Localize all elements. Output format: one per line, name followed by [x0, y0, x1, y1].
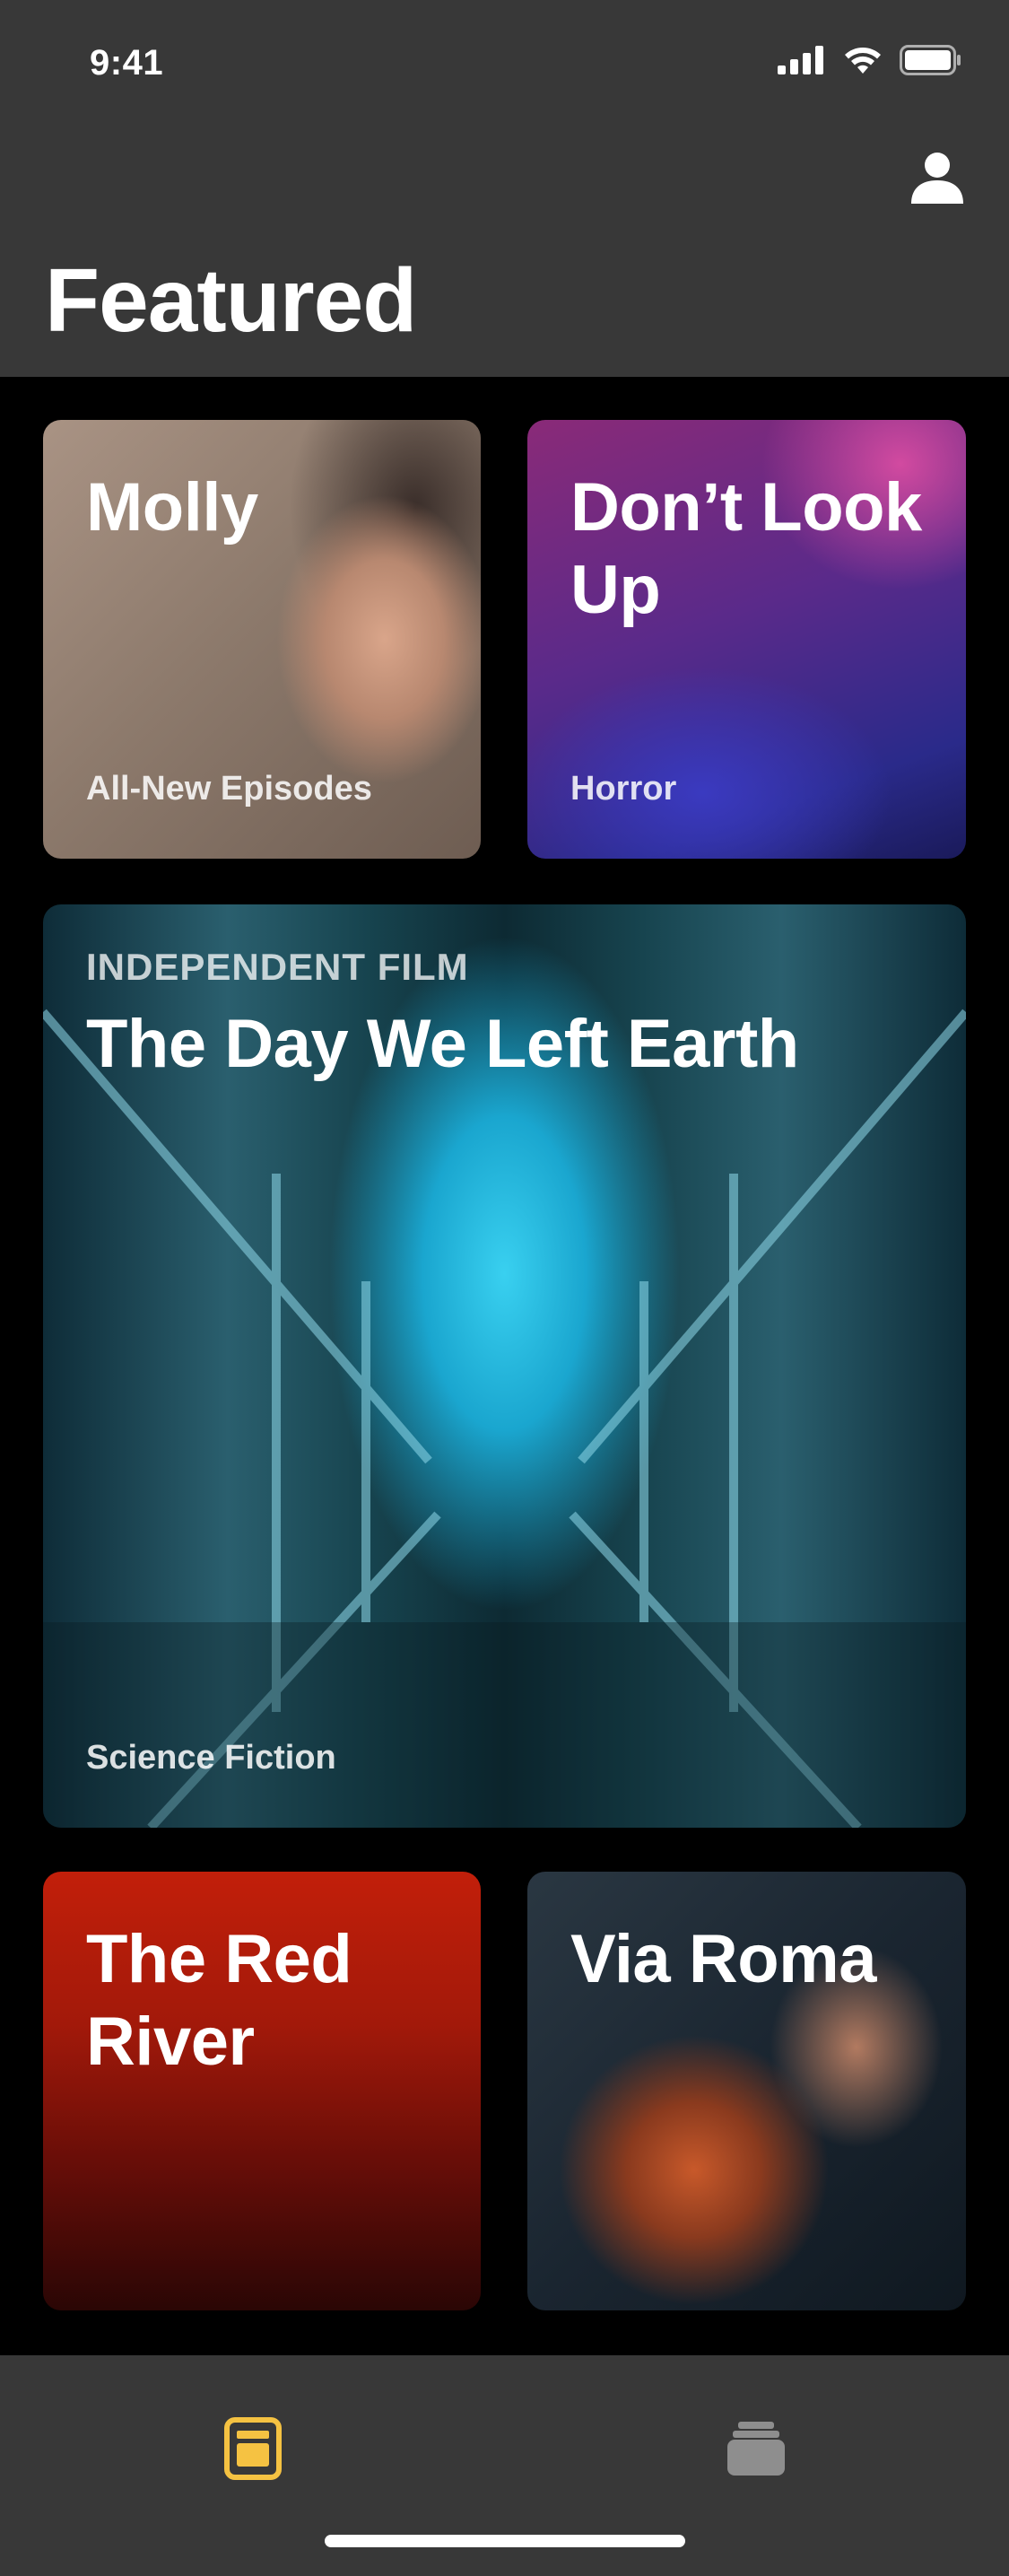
- card-red-river[interactable]: The Red River: [43, 1872, 481, 2310]
- status-time: 9:41: [90, 43, 164, 83]
- card-title: The Day We Left Earth: [86, 1006, 799, 1082]
- tab-featured[interactable]: [217, 2414, 289, 2486]
- card-title: Via Roma: [570, 1921, 876, 1997]
- battery-icon: [900, 45, 962, 80]
- tab-bar: [0, 2355, 1009, 2576]
- status-icons: [778, 45, 962, 80]
- page-title: Featured: [45, 250, 417, 351]
- card-title: Don’t Look Up: [570, 469, 922, 628]
- card-title: The Red River: [86, 1921, 352, 2080]
- wifi-icon: [842, 45, 883, 80]
- card-subtitle: Science Fiction: [86, 1739, 336, 1777]
- header: 9:41 Featured: [0, 0, 1009, 377]
- card-dont-look-up[interactable]: Don’t Look Up Horror: [527, 420, 966, 859]
- card-molly[interactable]: Molly All-New Episodes: [43, 420, 481, 859]
- person-icon: [909, 150, 965, 210]
- cellular-signal-icon: [778, 46, 826, 79]
- home-indicator: [325, 2535, 685, 2547]
- card-day-we-left-earth[interactable]: INDEPENDENT FILM The Day We Left Earth S…: [43, 904, 966, 1828]
- tab-library[interactable]: [720, 2414, 792, 2486]
- app-screen: 9:41 Featured Molly All-New Episodes Don…: [0, 0, 1009, 2576]
- card-eyebrow: INDEPENDENT FILM: [86, 946, 469, 988]
- library-tab-icon: [727, 2420, 785, 2482]
- card-subtitle: All-New Episodes: [86, 770, 372, 808]
- profile-button[interactable]: [901, 144, 973, 215]
- card-title: Molly: [86, 469, 258, 546]
- card-subtitle: Horror: [570, 770, 677, 808]
- featured-tab-icon: [224, 2416, 282, 2484]
- card-via-roma[interactable]: Via Roma: [527, 1872, 966, 2310]
